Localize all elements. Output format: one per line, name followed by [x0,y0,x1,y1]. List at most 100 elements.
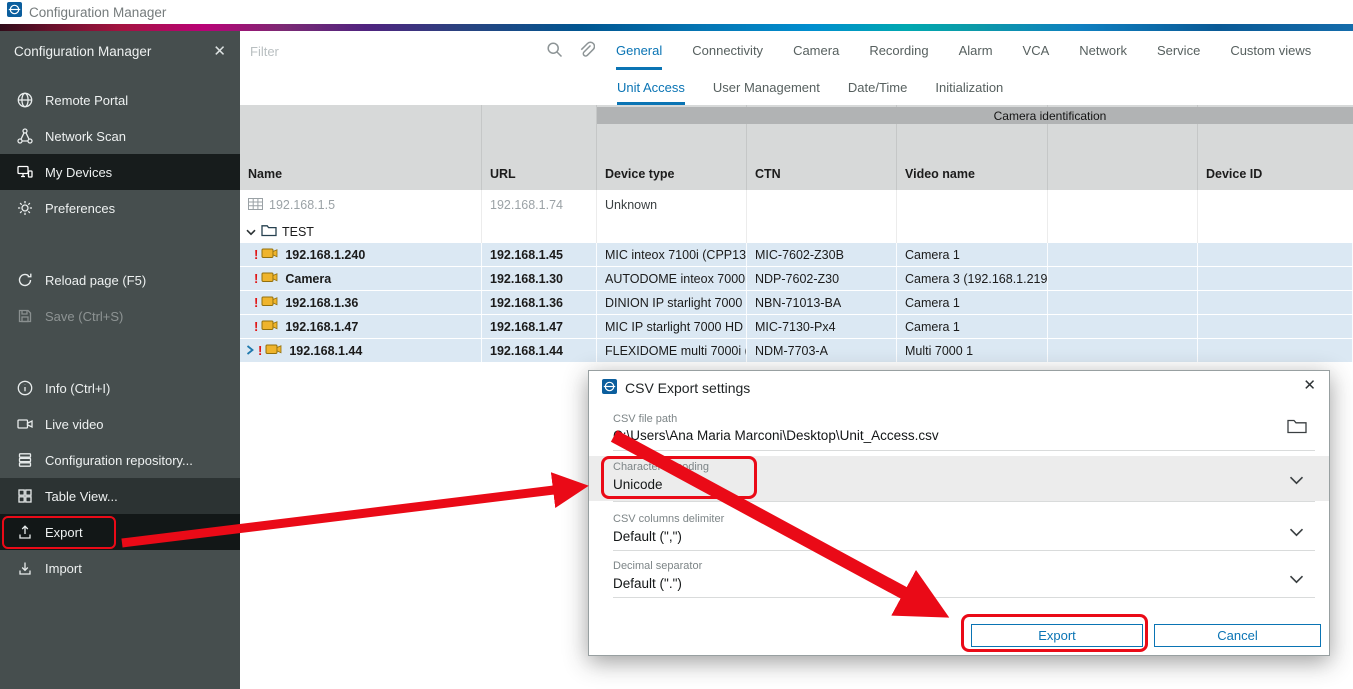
folder-icon [261,224,277,240]
table-row[interactable]: !Camera 192.168.1.30 AUTODOME inteox 700… [240,267,1353,291]
sidebar-item-label: Import [45,561,82,576]
network-scan-icon [15,127,34,145]
sidebar-item-label: Network Scan [45,129,126,144]
expand-chevron-icon[interactable] [246,344,255,358]
sidebar-item-label: Configuration repository... [45,453,193,468]
camera-device-icon [261,271,278,286]
sidebar-item-label: Remote Portal [45,93,128,108]
chevron-down-icon[interactable] [1289,571,1304,589]
warning-icon: ! [254,319,258,334]
decimal-separator-label: Decimal separator [613,560,702,572]
tab-network[interactable]: Network [1079,31,1127,70]
sidebar-item-preferences[interactable]: Preferences [0,190,240,226]
export-button[interactable]: Export [971,624,1143,647]
subtab-date-time[interactable]: Date/Time [848,70,907,105]
device-type: DINION IP starlight 7000 H... [597,291,747,314]
window-title: Configuration Manager [29,5,166,20]
app-icon [602,379,617,397]
repository-icon [15,451,34,469]
sidebar-item-export[interactable]: Export [0,514,240,550]
sidebar-spacer [0,226,240,262]
chevron-down-icon[interactable] [246,225,256,239]
tab-recording[interactable]: Recording [869,31,928,70]
table-row-group[interactable]: TEST [240,220,1353,243]
sidebar-item-table-view[interactable]: Table View... [0,478,240,514]
chevron-down-icon[interactable] [1289,472,1304,490]
device-name: 192.168.1.36 [285,296,358,310]
video-camera-icon [15,415,34,433]
sidebar-item-label: Export [45,525,83,540]
sidebar-item-info[interactable]: Info (Ctrl+I) [0,370,240,406]
sidebar-item-label: Reload page (F5) [45,273,146,288]
warning-icon: ! [254,271,258,286]
dialog-close-icon[interactable]: ✕ [1303,376,1316,394]
sidebar-item-label: Live video [45,417,104,432]
tab-custom-views[interactable]: Custom views [1230,31,1311,70]
sidebar-item-remote-portal[interactable]: Remote Portal [0,82,240,118]
csv-columns-delimiter-value[interactable]: Default (",") [613,529,682,544]
tab-vca[interactable]: VCA [1023,31,1050,70]
sidebar-item-label: Table View... [45,489,118,504]
table-row[interactable]: !192.168.1.44 192.168.1.44 FLEXIDOME mul… [240,339,1353,363]
close-icon[interactable]: ✕ [213,42,226,60]
search-icon[interactable] [545,40,565,65]
subtab-unit-access[interactable]: Unit Access [617,70,685,105]
sidebar-item-label: Save (Ctrl+S) [45,309,123,324]
device-video-name: Camera 1 [897,291,1048,314]
table-row[interactable]: !192.168.1.36 192.168.1.36 DINION IP sta… [240,291,1353,315]
paperclip-icon[interactable] [577,40,595,65]
camera-device-icon [261,295,278,310]
brand-stripe [0,24,1353,31]
sidebar-item-label: Preferences [45,201,115,216]
group-name: TEST [282,225,314,239]
csv-export-dialog: CSV Export settings ✕ CSV file path C:\U… [588,370,1330,656]
sub-tab-bar: Unit Access User Management Date/Time In… [240,70,1353,105]
decimal-separator-value[interactable]: Default (".") [613,576,682,591]
export-icon [15,523,34,541]
csv-columns-delimiter-label: CSV columns delimiter [613,513,724,525]
tab-alarm[interactable]: Alarm [959,31,993,70]
tab-general[interactable]: General [616,31,662,70]
divider [613,550,1315,551]
column-header-name[interactable]: Name [240,105,482,190]
main-tab-bar: General Connectivity Camera Recording Al… [616,31,1311,70]
title-bar: Configuration Manager [0,0,1353,24]
tab-camera[interactable]: Camera [793,31,839,70]
csv-file-path-label: CSV file path [613,413,677,425]
sidebar-item-my-devices[interactable]: My Devices [0,154,240,190]
chevron-down-icon[interactable] [1289,524,1304,542]
device-name: 192.168.1.47 [285,320,358,334]
sidebar-item-label: Info (Ctrl+I) [45,381,110,396]
table-row[interactable]: !192.168.1.240 192.168.1.45 MIC inteox 7… [240,243,1353,267]
warning-icon: ! [258,343,262,358]
filter-input[interactable] [248,38,532,64]
device-url: 192.168.1.47 [482,315,597,338]
sidebar-spacer [0,334,240,370]
table-view-icon [15,487,34,505]
sidebar-item-configuration-repository[interactable]: Configuration repository... [0,442,240,478]
device-url: 192.168.1.45 [482,243,597,266]
csv-file-path-value[interactable]: C:\Users\Ana Maria Marconi\Desktop\Unit_… [613,428,939,443]
sidebar-item-import[interactable]: Import [0,550,240,586]
table-header: Camera identification Name URL Device ty… [240,105,1353,190]
table-row[interactable]: !192.168.1.47 192.168.1.47 MIC IP starli… [240,315,1353,339]
cancel-button[interactable]: Cancel [1154,624,1321,647]
devices-icon [15,163,34,181]
subtab-initialization[interactable]: Initialization [935,70,1003,105]
character-encoding-value[interactable]: Unicode [613,477,663,492]
warning-icon: ! [254,247,258,262]
device-video-name: Camera 1 [897,243,1048,266]
table-row[interactable]: 192.168.1.5 192.168.1.74 Unknown [240,190,1353,220]
sidebar-item-live-video[interactable]: Live video [0,406,240,442]
group-header-camera-identification: Camera identification [597,107,1353,124]
sidebar-item-save[interactable]: Save (Ctrl+S) [0,298,240,334]
sidebar-item-network-scan[interactable]: Network Scan [0,118,240,154]
device-ctn: MIC-7602-Z30B [747,243,897,266]
tab-connectivity[interactable]: Connectivity [692,31,763,70]
column-header-url[interactable]: URL [482,105,597,190]
browse-folder-icon[interactable] [1287,419,1307,439]
device-type: AUTODOME inteox 7000i (... [597,267,747,290]
tab-service[interactable]: Service [1157,31,1200,70]
sidebar-item-reload[interactable]: Reload page (F5) [0,262,240,298]
subtab-user-management[interactable]: User Management [713,70,820,105]
